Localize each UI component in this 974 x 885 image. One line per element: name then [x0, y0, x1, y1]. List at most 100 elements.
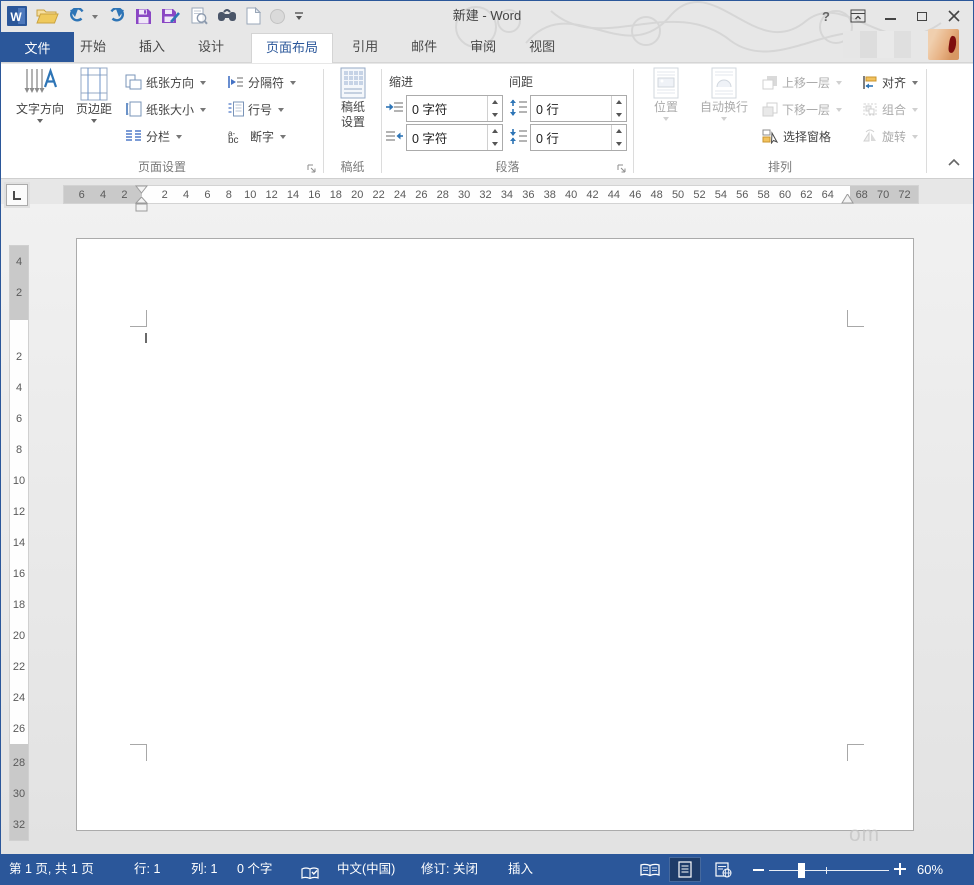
- tab-home[interactable]: 开始: [74, 32, 112, 62]
- word-window: W: [0, 0, 974, 885]
- spin-down-icon[interactable]: [612, 138, 626, 151]
- ruler-number: 34: [496, 189, 517, 201]
- maximize-icon[interactable]: [907, 4, 937, 28]
- track-changes-indicator[interactable]: 修订: 关闭: [421, 854, 478, 885]
- selection-pane-button[interactable]: 选择窗格: [762, 125, 842, 147]
- close-icon[interactable]: [939, 4, 969, 28]
- chevron-down-icon: [912, 135, 918, 139]
- tab-view[interactable]: 视图: [523, 32, 561, 62]
- paper-size-button[interactable]: 纸张大小: [125, 98, 206, 120]
- avatar: [928, 29, 959, 60]
- zoom-slider-handle[interactable]: [798, 863, 805, 878]
- page-setup-dialog-launcher-icon[interactable]: [304, 161, 318, 175]
- chevron-down-icon: [721, 117, 727, 121]
- spin-up-icon[interactable]: [612, 125, 626, 138]
- document-page[interactable]: [76, 238, 914, 831]
- tab-stop-selector[interactable]: [6, 184, 28, 206]
- right-indent-marker[interactable]: [841, 194, 854, 204]
- align-button[interactable]: 对齐: [862, 71, 918, 93]
- spin-up-icon[interactable]: [612, 96, 626, 109]
- ruler-number: 2: [10, 277, 28, 308]
- manuscript-settings-button[interactable]: 稿纸 设置: [332, 67, 374, 129]
- line-numbers-button[interactable]: 行号: [227, 98, 296, 120]
- undo-icon[interactable]: [68, 4, 87, 28]
- text-cursor: [145, 333, 147, 343]
- undo-dropdown-icon[interactable]: [90, 4, 98, 28]
- ruler-number: 48: [646, 189, 667, 201]
- chevron-down-icon: [836, 81, 842, 85]
- read-mode-button[interactable]: [634, 857, 666, 882]
- margins-button[interactable]: 页边距: [69, 67, 119, 123]
- crop-mark-top-right: [847, 310, 864, 327]
- spin-down-icon[interactable]: [612, 109, 626, 122]
- tab-design[interactable]: 设计: [192, 32, 230, 62]
- group-icon: [862, 102, 878, 117]
- breaks-button[interactable]: 分隔符: [227, 71, 296, 93]
- tab-page-layout[interactable]: 页面布局: [251, 33, 333, 63]
- tab-references[interactable]: 引用: [346, 32, 384, 62]
- chevron-down-icon: [37, 119, 43, 123]
- qat-customize-icon[interactable]: [294, 4, 304, 28]
- ruler-number: 26: [411, 189, 432, 201]
- web-layout-button[interactable]: [707, 857, 739, 882]
- group-label: 稿纸: [324, 158, 381, 175]
- word-app-icon[interactable]: W: [7, 4, 27, 28]
- touch-mode-icon[interactable]: [270, 4, 285, 28]
- crop-mark-bottom-left: [130, 744, 147, 761]
- column-indicator[interactable]: 列: 1: [191, 854, 217, 885]
- columns-button[interactable]: 分栏: [125, 125, 206, 147]
- word-count[interactable]: 0 个字: [237, 854, 272, 885]
- orientation-button[interactable]: 纸张方向: [125, 71, 206, 93]
- paragraph-dialog-launcher-icon[interactable]: [614, 161, 628, 175]
- save-icon[interactable]: [135, 4, 152, 28]
- ribbon-tab-row: 文件 开始 插入 设计 页面布局 引用 邮件 审阅 视图: [1, 33, 973, 63]
- indent-right-field: [406, 124, 503, 151]
- tab-insert[interactable]: 插入: [133, 32, 171, 62]
- hanging-indent-marker[interactable]: [135, 197, 148, 213]
- ruler-number: 44: [603, 189, 624, 201]
- ruler-number: 28: [10, 747, 28, 778]
- spacing-before-input[interactable]: [531, 96, 611, 121]
- print-preview-icon[interactable]: [190, 4, 208, 28]
- indent-left-input[interactable]: [407, 96, 487, 121]
- minimize-icon[interactable]: [875, 4, 905, 28]
- insert-mode-indicator[interactable]: 插入: [508, 854, 533, 885]
- save-as-icon[interactable]: [161, 4, 181, 28]
- first-line-indent-marker[interactable]: [135, 185, 148, 194]
- ruler-number: 42: [582, 189, 603, 201]
- proofing-icon[interactable]: [301, 862, 319, 885]
- spin-down-icon[interactable]: [488, 109, 502, 122]
- position-icon: [653, 67, 679, 99]
- selection-pane-icon: [762, 129, 779, 144]
- zoom-out-icon[interactable]: [753, 869, 764, 871]
- align-icon: [862, 75, 878, 90]
- spin-down-icon[interactable]: [488, 138, 502, 151]
- tab-file[interactable]: 文件: [1, 32, 74, 62]
- zoom-level[interactable]: 60%: [917, 854, 943, 885]
- print-layout-button[interactable]: [669, 857, 701, 882]
- spacing-after-input[interactable]: [531, 125, 611, 150]
- redo-icon[interactable]: [107, 4, 126, 28]
- tab-review[interactable]: 审阅: [464, 32, 502, 62]
- collapse-ribbon-icon[interactable]: [947, 154, 961, 172]
- help-icon[interactable]: ?: [811, 4, 841, 28]
- zoom-in-icon[interactable]: [894, 863, 906, 875]
- ribbon-display-options-icon[interactable]: [843, 4, 873, 28]
- zoom-slider[interactable]: [769, 870, 889, 871]
- spin-up-icon[interactable]: [488, 96, 502, 109]
- horizontal-ruler: 642 246810121416182022242628303234363840…: [63, 185, 919, 204]
- send-backward-icon: [762, 102, 778, 117]
- indent-right-input[interactable]: [407, 125, 487, 150]
- find-icon[interactable]: [217, 4, 237, 28]
- text-direction-button[interactable]: 文字方向: [13, 67, 67, 123]
- open-folder-icon[interactable]: [36, 4, 59, 28]
- page-indicator[interactable]: 第 1 页, 共 1 页: [9, 854, 94, 885]
- spin-up-icon[interactable]: [488, 125, 502, 138]
- line-indicator[interactable]: 行: 1: [134, 854, 160, 885]
- new-document-icon[interactable]: [246, 4, 261, 28]
- tab-mailings[interactable]: 邮件: [405, 32, 443, 62]
- language-indicator[interactable]: 中文(中国): [337, 854, 395, 885]
- hyphenation-button[interactable]: a-bc 断字: [227, 125, 296, 147]
- ruler-number: 2: [114, 189, 135, 201]
- ruler-number: 72: [894, 189, 915, 201]
